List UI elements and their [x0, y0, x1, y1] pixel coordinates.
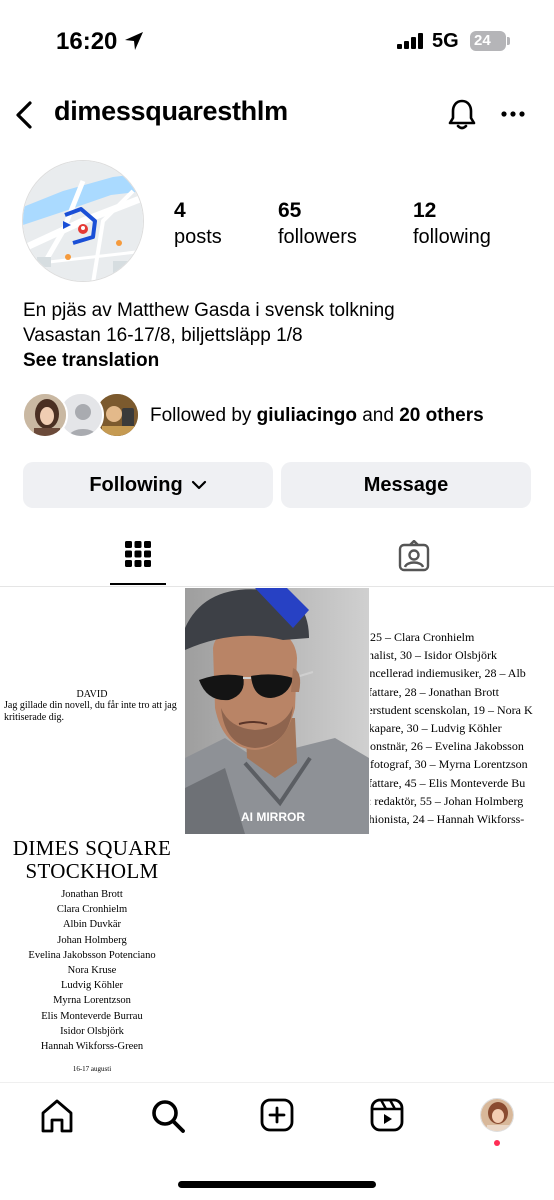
reels-icon[interactable]: [370, 1098, 404, 1132]
mutual-followers[interactable]: Followed by giuliacingo and 20 others: [22, 392, 542, 440]
battery-level: 24: [474, 32, 491, 49]
poster-date: 16-17 augusti: [72, 1065, 112, 1073]
message-button-label: Message: [363, 473, 449, 496]
followers-stat[interactable]: 65 followers: [278, 198, 357, 250]
see-translation-link[interactable]: See translation: [23, 348, 395, 373]
more-options-icon[interactable]: [500, 110, 526, 118]
poster-title-line-2: STOCKHOLM: [25, 859, 159, 883]
cast-list-line: , 25 – Clara Cronhielm: [370, 630, 475, 644]
cast-list-line: rfattare, 28 – Jonathan Brott: [370, 684, 499, 699]
cast-list-line: ancellerad indiemusiker, 28 – Alb: [370, 666, 526, 681]
profile-username: dimessquaresthlm: [54, 96, 288, 126]
ai-mirror-watermark: AI MIRROR: [241, 810, 305, 824]
post-tile-david[interactable]: DAVID Jag gillade din novell, du får int…: [0, 588, 184, 834]
profile-tab-avatar[interactable]: [480, 1098, 514, 1132]
cast-list-line: shionista, 24 – Hannah Wikforss-: [370, 812, 525, 826]
post1-text: Jag gillade din novell, du får inte tro …: [4, 700, 177, 723]
cast-list-line: rfattare, 45 – Elis Monteverde Bu: [370, 775, 526, 790]
posts-count: 4: [174, 199, 186, 222]
location-arrow-icon: [125, 32, 143, 50]
post-tile-poster[interactable]: DIMES SQUARE STOCKHOLM 16-17 augusti Jon…: [0, 835, 184, 1081]
following-count: 12: [413, 199, 437, 222]
follower-avatar-1: [22, 392, 68, 438]
home-indicator: [178, 1181, 376, 1188]
poster-cast-name: Clara Cronhielm: [56, 904, 128, 916]
grid-icon: [125, 541, 151, 567]
tagged-user-icon: [398, 540, 430, 572]
post1-heading: DAVID: [76, 689, 108, 700]
chevron-down-icon: [191, 480, 206, 490]
bio-line-2: Vasastan 16-17/8, biljettsläpp 1/8: [23, 325, 303, 346]
following-label: following: [413, 226, 491, 248]
poster-cast-name: Jonathan Brott: [61, 889, 123, 900]
bio-line-1: En pjäs av Matthew Gasda i svensk tolkni…: [23, 300, 395, 321]
battery-cap: [507, 37, 510, 45]
poster-cast-name: Isidor Olsbjörk: [60, 1025, 124, 1037]
cast-list-line: konstnär, 26 – Evelina Jakobsson: [370, 739, 524, 754]
home-icon[interactable]: [40, 1098, 74, 1134]
poster-title: DIMES SQUARE STOCKHOLM: [0, 837, 184, 883]
poster-cast-name: Albin Duvkär: [62, 919, 122, 931]
search-icon[interactable]: [150, 1098, 186, 1134]
posts-stat[interactable]: 4 posts: [174, 198, 222, 250]
active-tab-indicator: [110, 583, 166, 585]
status-time: 16:20: [56, 28, 118, 55]
profile-avatar[interactable]: [22, 160, 144, 282]
profile-bio: En pjäs av Matthew Gasda i svensk tolkni…: [23, 298, 395, 373]
following-stat[interactable]: 12 following: [413, 198, 491, 250]
followers-count: 65: [278, 199, 302, 222]
followed-by-text: Followed by giuliacingo and 20 others: [150, 405, 484, 427]
following-button-label: Following: [89, 473, 183, 496]
followers-label: followers: [278, 226, 357, 248]
followed-others[interactable]: 20 others: [399, 405, 483, 426]
create-post-icon[interactable]: [260, 1098, 294, 1132]
status-bar: 16:20 5G 24: [0, 0, 554, 84]
message-button[interactable]: Message: [281, 462, 531, 508]
tab-divider: [0, 586, 554, 587]
following-button[interactable]: Following: [23, 462, 273, 508]
cast-list-line: skapare, 30 – Ludvig Köhler: [370, 721, 502, 735]
notification-bell-icon[interactable]: [446, 98, 478, 132]
map-avatar-image: [23, 161, 143, 281]
network-type: 5G: [432, 30, 459, 52]
posts-label: posts: [174, 226, 222, 248]
followed-user[interactable]: giuliacingo: [257, 405, 357, 426]
cast-list-line: nfotograf, 30 – Myrna Lorentzson: [370, 757, 528, 772]
back-chevron-icon[interactable]: [12, 99, 36, 131]
ai-portrait-image: AI MIRROR: [185, 588, 369, 834]
poster-cast-name: Johan Holmberg: [57, 934, 127, 946]
poster-cast-name: Ludvig Köhler: [60, 980, 124, 992]
poster-cast-name: Nora Kruse: [67, 965, 117, 976]
activity-dot: [494, 1140, 500, 1146]
tab-posts-grid[interactable]: [110, 530, 166, 586]
cast-list-line: r: redaktör, 55 – Johan Holmberg: [370, 793, 524, 808]
poster-cast-name: Evelina Jakobsson Potenciano: [28, 949, 156, 961]
poster-cast-name: Elis Monteverde Burrau: [41, 1010, 143, 1022]
poster-cast-name: Hannah Wikforss-Green: [40, 1041, 144, 1052]
poster-cast-name: Myrna Lorentzson: [53, 995, 131, 1007]
cellular-signal-icon: [397, 33, 423, 49]
followed-prefix: Followed by: [150, 405, 257, 426]
post-tile-cast-list[interactable]: , 25 – Clara Cronhielm rnalist, 30 – Isid…: [370, 588, 554, 834]
tab-tagged[interactable]: [386, 530, 442, 586]
followed-mid: and: [356, 405, 400, 426]
cast-list-line: terstudent scenskolan, 19 – Nora K: [370, 702, 533, 717]
battery-icon: 24: [470, 31, 506, 51]
cast-list-line: rnalist, 30 – Isidor Olsbjörk: [370, 648, 497, 663]
post-tile-portrait[interactable]: AI MIRROR: [185, 588, 369, 834]
poster-title-line-1: DIMES SQUARE: [12, 836, 172, 860]
